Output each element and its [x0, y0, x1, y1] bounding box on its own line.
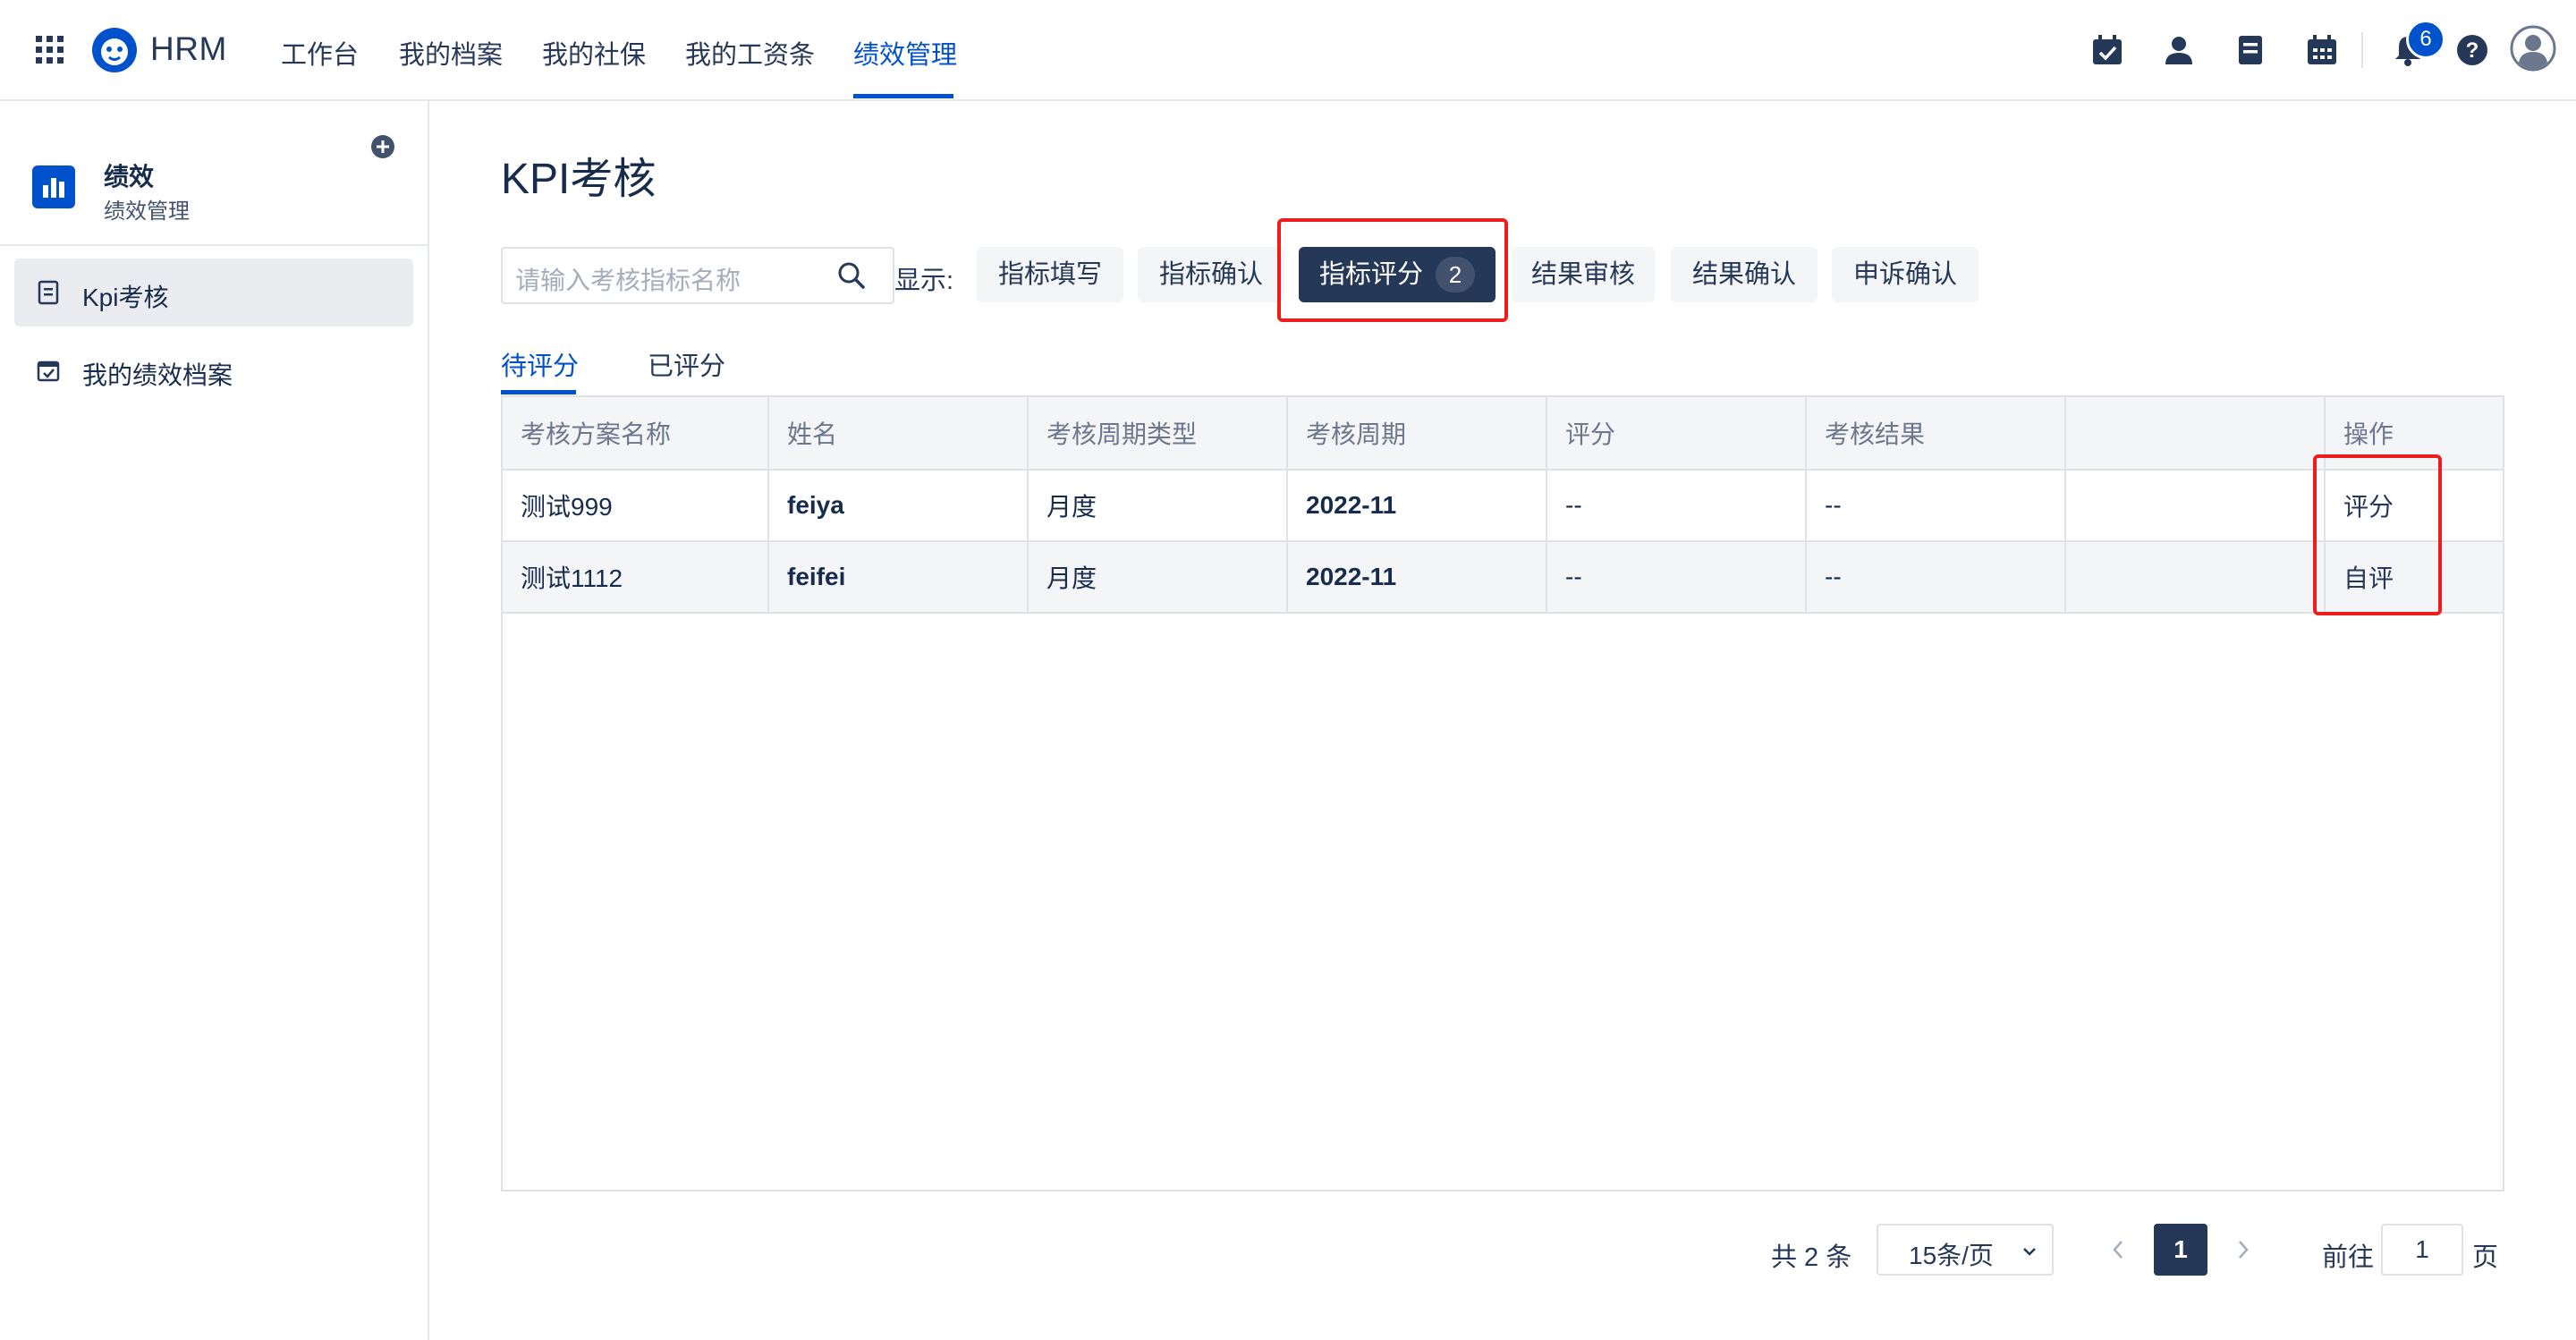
- column-header: 评分: [1547, 397, 1807, 469]
- page-size-value: 15条/页: [1909, 1242, 1994, 1269]
- sidebar-divider: [0, 244, 428, 246]
- cell-extra: [2066, 542, 2326, 612]
- column-header: 姓名: [769, 397, 1029, 469]
- app-switcher-grid-icon[interactable]: [36, 36, 64, 64]
- page-suffix-label: 页: [2472, 1243, 2499, 1272]
- hrm-logo-icon[interactable]: [91, 27, 138, 73]
- cell-plan: 测试1112: [503, 542, 769, 612]
- search-icon[interactable]: [835, 259, 868, 292]
- document-list-icon[interactable]: [2234, 34, 2267, 66]
- nav-item-performance[interactable]: 绩效管理: [853, 34, 957, 72]
- cell-cycle-type: 月度: [1029, 542, 1288, 612]
- highlight-box-actions: [2313, 454, 2442, 615]
- cell-score: --: [1547, 542, 1807, 612]
- column-header: 考核结果: [1807, 397, 2066, 469]
- add-circle-icon[interactable]: [370, 134, 395, 159]
- tasks-calendar-check-icon[interactable]: [2091, 34, 2123, 66]
- cell-extra: [2066, 471, 2326, 540]
- page-title: KPI考核: [501, 156, 657, 203]
- goto-label: 前往: [2322, 1243, 2375, 1272]
- tab-pending-score[interactable]: 待评分: [501, 345, 579, 383]
- tab-scored[interactable]: 已评分: [648, 345, 725, 383]
- performance-chart-icon: [32, 165, 75, 208]
- brand-name[interactable]: HRM: [150, 30, 227, 68]
- column-header: 考核方案名称: [503, 397, 769, 469]
- goto-page-input[interactable]: 1: [2381, 1224, 2463, 1276]
- filter-result-confirm[interactable]: 结果确认: [1671, 247, 1818, 302]
- column-header: 考核周期: [1288, 397, 1547, 469]
- table-row: 测试999 feiya 月度 2022-11 -- -- 评分: [503, 471, 2503, 542]
- sidebar-item-kpi[interactable]: Kpi考核: [14, 259, 413, 327]
- cell-name: feiya: [769, 471, 1029, 540]
- cell-cycle: 2022-11: [1288, 471, 1547, 540]
- sidebar-subtitle: 绩效管理: [104, 199, 190, 224]
- column-header: [2066, 397, 2326, 469]
- highlight-box-filter: [1277, 218, 1508, 322]
- svg-text:?: ?: [2466, 38, 2479, 63]
- nav-item-workbench[interactable]: 工作台: [281, 34, 359, 72]
- filter-result-review[interactable]: 结果审核: [1512, 247, 1655, 302]
- current-page-button[interactable]: 1: [2154, 1224, 2207, 1276]
- cell-cycle-type: 月度: [1029, 471, 1288, 540]
- document-icon: [36, 280, 61, 305]
- filter-indicator-confirm[interactable]: 指标确认: [1138, 247, 1284, 302]
- sidebar-item-label: Kpi考核: [82, 284, 169, 311]
- subtab-active-indicator: [501, 390, 576, 394]
- user-profile-icon[interactable]: [2163, 34, 2195, 66]
- chevron-down-icon: [2020, 1242, 2039, 1261]
- cell-plan: 测试999: [503, 471, 769, 540]
- cell-result: --: [1807, 542, 2066, 612]
- help-icon[interactable]: ?: [2456, 34, 2488, 66]
- filter-appeal-confirm[interactable]: 申诉确认: [1832, 247, 1979, 302]
- cell-cycle: 2022-11: [1288, 542, 1547, 612]
- search-input[interactable]: 请输入考核指标名称: [501, 247, 894, 304]
- cell-result: --: [1807, 471, 2066, 540]
- table-row: 测试1112 feifei 月度 2022-11 -- -- 自评: [503, 542, 2503, 614]
- notification-count-badge: 6: [2406, 20, 2445, 59]
- filter-show-label: 显示:: [894, 267, 954, 295]
- calendar-icon[interactable]: [2306, 34, 2338, 66]
- filter-indicator-fill[interactable]: 指标填写: [977, 247, 1123, 302]
- nav-active-indicator: [853, 94, 953, 98]
- sidebar-title: 绩效: [104, 163, 155, 191]
- calendar-check-icon: [36, 358, 61, 383]
- toolbar-divider: [2361, 32, 2363, 68]
- pagination-total: 共 2 条: [1771, 1243, 1852, 1272]
- search-placeholder: 请输入考核指标名称: [515, 267, 741, 294]
- user-avatar-icon[interactable]: [2510, 25, 2556, 72]
- cell-name: feifei: [769, 542, 1029, 612]
- nav-item-my-profile[interactable]: 我的档案: [399, 34, 503, 72]
- top-navigation-bar: HRM 工作台 我的档案 我的社保 我的工资条 绩效管理 6 ?: [0, 0, 2576, 101]
- next-page-chevron-icon[interactable]: [2233, 1236, 2254, 1263]
- cell-score: --: [1547, 471, 1807, 540]
- table-header: 考核方案名称 姓名 考核周期类型 考核周期 评分 考核结果 操作: [503, 397, 2503, 471]
- nav-item-social-insurance[interactable]: 我的社保: [542, 34, 646, 72]
- column-header: 考核周期类型: [1029, 397, 1288, 469]
- prev-page-chevron-icon[interactable]: [2107, 1236, 2129, 1263]
- sidebar-item-label: 我的绩效档案: [82, 361, 233, 389]
- sidebar-item-my-performance[interactable]: 我的绩效档案: [14, 336, 413, 404]
- kpi-table: 考核方案名称 姓名 考核周期类型 考核周期 评分 考核结果 操作 测试999 f…: [501, 395, 2504, 1192]
- nav-item-payslip[interactable]: 我的工资条: [685, 34, 815, 72]
- page-size-select[interactable]: 15条/页: [1877, 1224, 2054, 1276]
